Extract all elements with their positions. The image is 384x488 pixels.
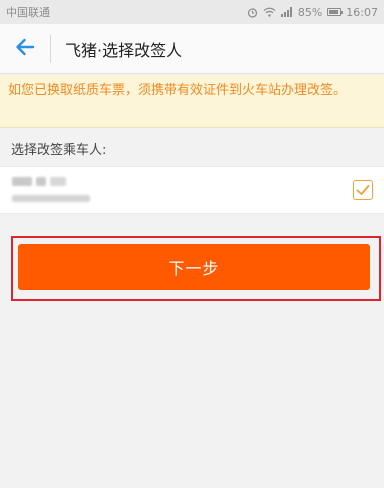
next-step-button[interactable]: 下一步 bbox=[18, 244, 370, 290]
alarm-icon bbox=[247, 7, 258, 18]
arrow-left-icon bbox=[15, 38, 35, 60]
passenger-id-blurred bbox=[12, 195, 90, 202]
page-title: 飞猪·选择改签人 bbox=[65, 40, 183, 60]
carrier-label: 中国联通 bbox=[6, 6, 50, 19]
nav-divider bbox=[50, 34, 51, 63]
section-label: 选择改签乘车人: bbox=[11, 143, 107, 158]
passenger-row[interactable] bbox=[0, 166, 384, 214]
signal-icon bbox=[280, 7, 293, 17]
passenger-name-blurred bbox=[12, 177, 66, 186]
battery-icon bbox=[327, 8, 344, 16]
checkmark-icon bbox=[356, 181, 370, 200]
battery-percent: 85% bbox=[297, 5, 323, 19]
clock-time: 16:07 bbox=[346, 5, 378, 19]
status-bar: 中国联通 85% 16:07 bbox=[0, 0, 384, 24]
notice-text: 如您已换取纸质车票，须携带有效证件到火车站办理改签。 bbox=[8, 83, 347, 98]
wifi-icon bbox=[263, 7, 276, 17]
notice-banner: 如您已换取纸质车票，须携带有效证件到火车站办理改签。 bbox=[0, 75, 384, 128]
passenger-checkbox[interactable] bbox=[353, 180, 373, 200]
nav-bar: 飞猪·选择改签人 bbox=[0, 24, 384, 74]
back-button[interactable] bbox=[0, 24, 50, 74]
